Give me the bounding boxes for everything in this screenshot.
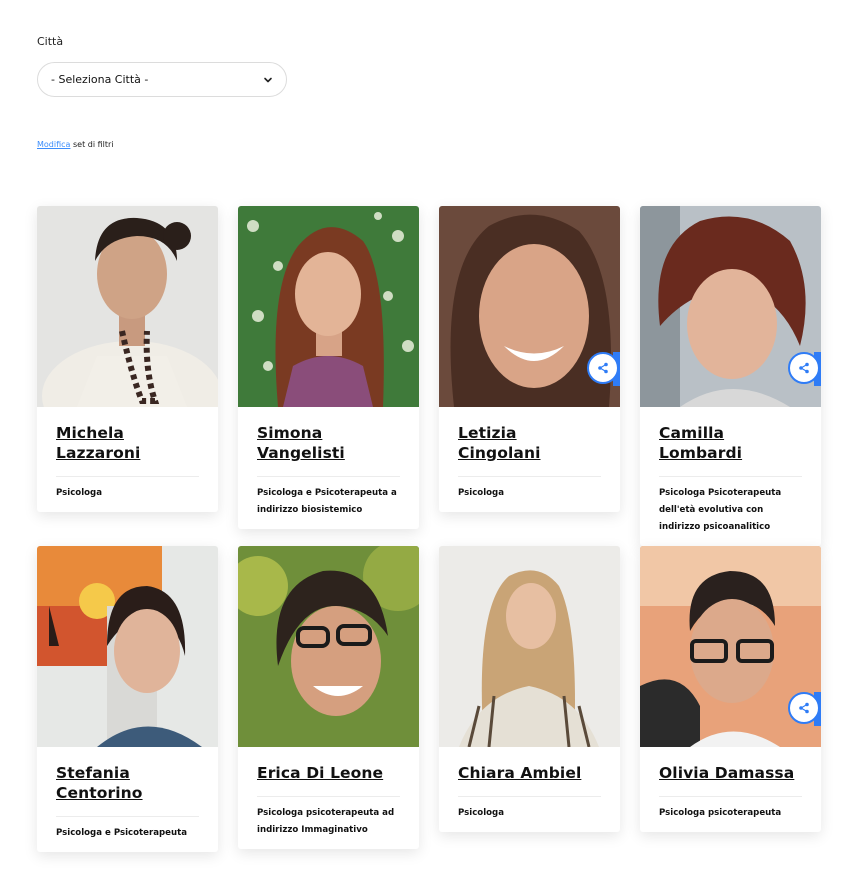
- card-divider: [458, 476, 601, 477]
- profile-card[interactable]: Chiara Ambiel Psicologa: [439, 546, 620, 832]
- profile-name-link[interactable]: Letizia Cingolani: [458, 423, 601, 463]
- profile-photo[interactable]: [238, 546, 419, 747]
- card-divider: [257, 476, 400, 477]
- share-icon[interactable]: [587, 352, 619, 384]
- profile-photo[interactable]: [640, 206, 821, 407]
- profile-card[interactable]: Camilla Lombardi Psicologa Psicoterapeut…: [640, 206, 821, 546]
- city-select-value: - Seleziona Città -: [51, 73, 149, 86]
- profile-name-link[interactable]: Erica Di Leone: [257, 763, 400, 783]
- profile-role: Psicologa Psicoterapeuta dell'età evolut…: [659, 488, 782, 532]
- city-select[interactable]: - Seleziona Città -: [37, 62, 287, 97]
- profile-card[interactable]: Olivia Damassa Psicologa psicoterapeuta: [640, 546, 821, 832]
- profile-card[interactable]: Letizia Cingolani Psicologa: [439, 206, 620, 512]
- profile-role: Psicologa e Psicoterapeuta: [56, 828, 188, 838]
- profile-name-link[interactable]: Olivia Damassa: [659, 763, 802, 783]
- card-divider: [659, 476, 802, 477]
- chevron-down-icon: [263, 75, 273, 85]
- profile-photo[interactable]: [37, 206, 218, 407]
- profile-card[interactable]: Michela Lazzaroni Psicologa: [37, 206, 218, 512]
- card-divider: [56, 476, 199, 477]
- profile-name-link[interactable]: Stefania Centorino: [56, 763, 176, 803]
- card-divider: [56, 816, 199, 817]
- modify-filters-link[interactable]: Modifica: [37, 140, 70, 149]
- profile-role: Psicologa: [458, 808, 505, 818]
- card-divider: [659, 796, 802, 797]
- share-icon[interactable]: [788, 352, 820, 384]
- share-icon[interactable]: [788, 692, 820, 724]
- profile-name-link[interactable]: Michela Lazzaroni: [56, 423, 199, 463]
- profile-role: Psicologa psicoterapeuta: [659, 808, 782, 818]
- profile-photo[interactable]: [439, 206, 620, 407]
- profile-photo[interactable]: [238, 206, 419, 407]
- profile-card[interactable]: Simona Vangelisti Psicologa e Psicoterap…: [238, 206, 419, 529]
- profile-role: Psicologa psicoterapeuta ad indirizzo Im…: [257, 808, 395, 835]
- modify-filters-line: Modifica set di filtri: [37, 140, 114, 149]
- profile-card[interactable]: Erica Di Leone Psicologa psicoterapeuta …: [238, 546, 419, 849]
- profile-card[interactable]: Stefania Centorino Psicologa e Psicotera…: [37, 546, 218, 852]
- city-filter-label: Città: [37, 35, 64, 48]
- profile-photo[interactable]: [640, 546, 821, 747]
- profile-name-link[interactable]: Camilla Lombardi: [659, 423, 802, 463]
- card-divider: [257, 796, 400, 797]
- profile-name-link[interactable]: Chiara Ambiel: [458, 763, 601, 783]
- profile-name-link[interactable]: Simona Vangelisti: [257, 423, 400, 463]
- profile-role: Psicologa: [56, 488, 103, 498]
- modify-filters-suffix: set di filtri: [70, 140, 114, 149]
- profile-role: Psicologa: [458, 488, 505, 498]
- profile-role: Psicologa e Psicoterapeuta a indirizzo b…: [257, 488, 397, 515]
- card-divider: [458, 796, 601, 797]
- profile-photo[interactable]: [439, 546, 620, 747]
- profile-photo[interactable]: [37, 546, 218, 747]
